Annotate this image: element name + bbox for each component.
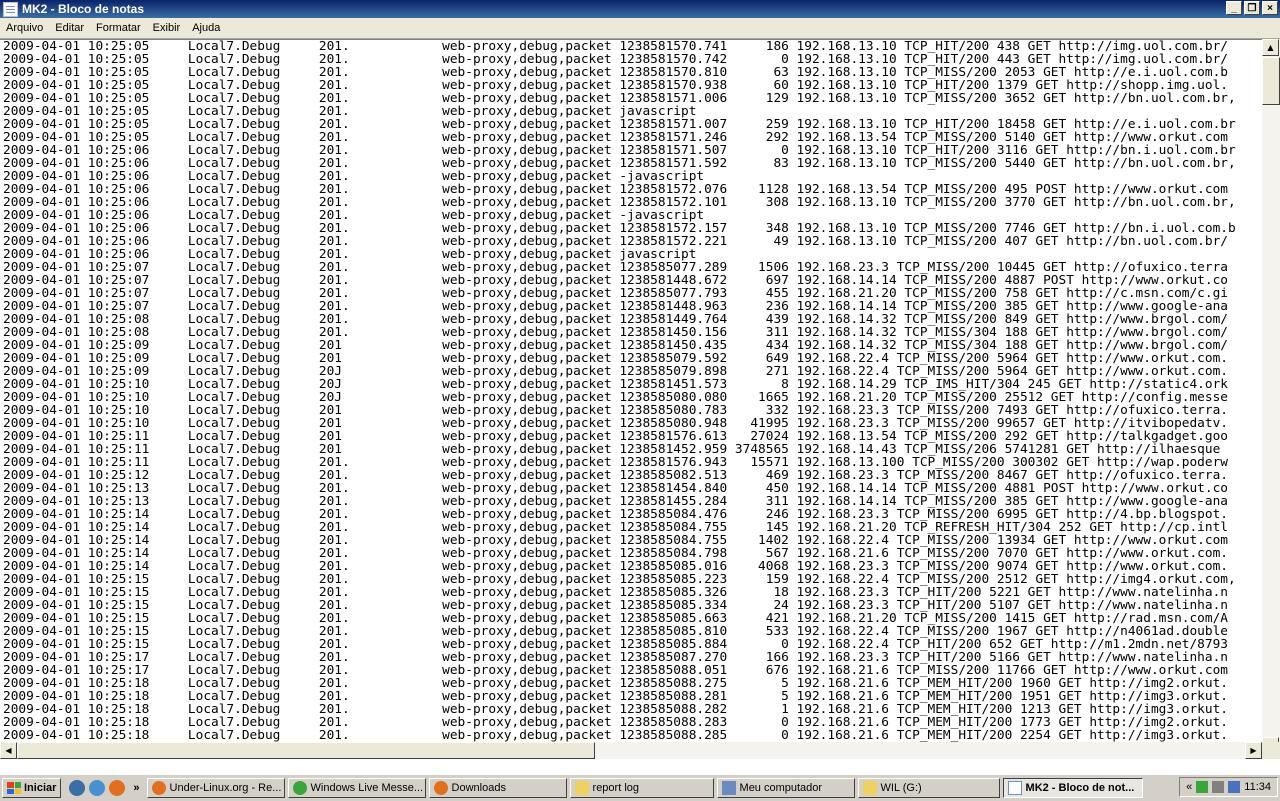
- menu-formatar[interactable]: Formatar: [90, 22, 147, 34]
- quick-launch: »: [69, 780, 143, 796]
- taskbar-button-notepad[interactable]: MK2 - Bloco de not...: [1002, 778, 1143, 798]
- close-button[interactable]: ×: [1262, 1, 1278, 15]
- windows-logo-icon: [7, 782, 21, 794]
- notepad-icon: [1007, 781, 1022, 795]
- menu-bar: Arquivo Editar Formatar Exibir Ajuda: [0, 18, 1280, 39]
- clock[interactable]: 11:34: [1244, 781, 1271, 793]
- network-icon[interactable]: [1196, 781, 1209, 793]
- taskbar-button-label: Under-Linux.org - Re...: [169, 782, 282, 794]
- firefox-icon: [433, 781, 448, 795]
- menu-arquivo[interactable]: Arquivo: [0, 22, 49, 34]
- taskbar-button-wil[interactable]: WIL (G:): [857, 778, 1000, 798]
- safely-remove-hardware-icon[interactable]: [1212, 781, 1225, 793]
- horizontal-scrollbar[interactable]: ◀ ▶: [0, 742, 1262, 759]
- tray-expand-button[interactable]: «: [1186, 781, 1192, 793]
- notepad-icon[interactable]: [3, 1, 18, 17]
- system-tray: « 11:34: [1179, 777, 1278, 797]
- folder-icon: [862, 781, 877, 795]
- window-titlebar[interactable]: MK2 - Bloco de notas _ ❐ ×: [0, 0, 1280, 18]
- text-editor-area[interactable]: 2009-04-01 10:25:05 Local7.Debug 201. we…: [0, 39, 1262, 743]
- log-text[interactable]: 2009-04-01 10:25:05 Local7.Debug 201. we…: [0, 40, 1262, 742]
- vertical-scroll-thumb[interactable]: [1262, 57, 1280, 105]
- taskbar-button-label: MK2 - Bloco de not...: [1025, 782, 1135, 794]
- taskbar-button-messenger[interactable]: Windows Live Messe...: [287, 778, 426, 798]
- scroll-left-button[interactable]: ◀: [0, 742, 17, 759]
- vertical-scrollbar[interactable]: ▲ ▼: [1262, 39, 1280, 754]
- menu-exibir[interactable]: Exibir: [147, 22, 187, 34]
- desktop-icon[interactable]: [69, 780, 86, 796]
- scrollbar-corner: [1262, 742, 1280, 759]
- folder-icon: [574, 781, 589, 795]
- taskbar-button-downloads[interactable]: Downloads: [428, 778, 567, 798]
- computer-icon: [721, 781, 736, 795]
- taskbar-button-label: Windows Live Messe...: [310, 782, 424, 794]
- taskbar-button-meu-computador[interactable]: Meu computador: [716, 778, 855, 798]
- taskbar-button-label: Meu computador: [739, 782, 823, 794]
- taskbar-button-label: report log: [592, 782, 640, 794]
- horizontal-scroll-thumb[interactable]: [17, 742, 595, 759]
- quick-launch-more-button[interactable]: »: [133, 782, 139, 794]
- window-title: MK2 - Bloco de notas: [22, 2, 145, 16]
- restore-button[interactable]: ❐: [1244, 1, 1260, 15]
- taskbar-button-label: Downloads: [451, 782, 506, 794]
- menu-editar[interactable]: Editar: [49, 22, 90, 34]
- firefox-icon[interactable]: [109, 780, 126, 796]
- log-line[interactable]: 2009-04-01 10:25:18 Local7.Debug 201. we…: [3, 728, 1228, 743]
- scroll-up-button[interactable]: ▲: [1262, 39, 1279, 56]
- minimize-button[interactable]: _: [1226, 1, 1242, 15]
- messenger-icon: [292, 781, 307, 795]
- start-label: Iniciar: [24, 782, 57, 794]
- window-controls: _ ❐ ×: [1226, 1, 1278, 15]
- firefox-icon: [151, 781, 166, 795]
- menu-ajuda[interactable]: Ajuda: [186, 22, 226, 34]
- taskbar: Iniciar » Under-Linux.org - Re... Window…: [0, 774, 1280, 801]
- taskbar-button-label: WIL (G:): [880, 782, 922, 794]
- start-button[interactable]: Iniciar: [2, 778, 62, 798]
- internet-explorer-icon[interactable]: [89, 780, 106, 796]
- taskbar-button-report-log[interactable]: report log: [569, 778, 714, 798]
- scroll-right-button[interactable]: ▶: [1245, 742, 1262, 759]
- volume-icon[interactable]: [1228, 781, 1241, 793]
- taskbar-button-under-linux[interactable]: Under-Linux.org - Re...: [146, 778, 285, 798]
